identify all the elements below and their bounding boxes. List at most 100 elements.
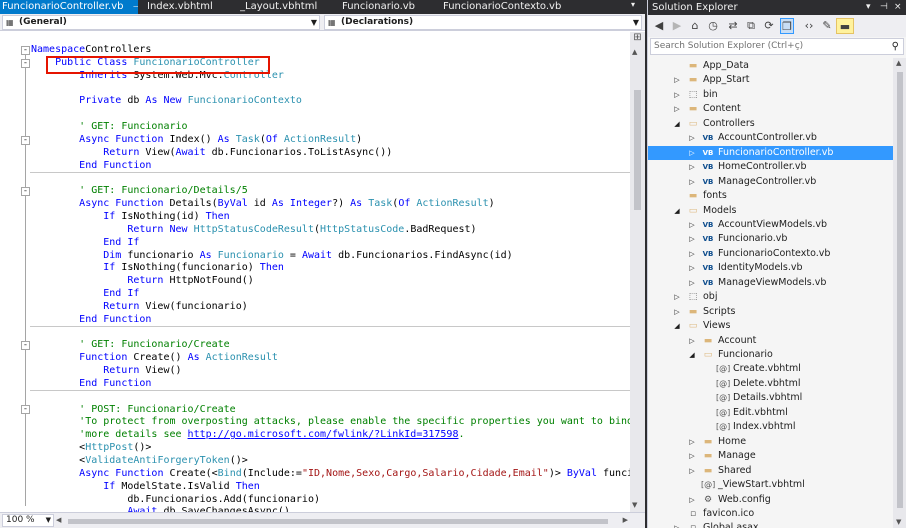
collapse-arrow-icon[interactable]: ◢ xyxy=(672,204,682,218)
tree-item[interactable]: ▷ ▬ Scripts xyxy=(648,305,893,319)
tree-item[interactable]: ▷ VB Funcionario.vb xyxy=(648,232,893,246)
tree-item[interactable]: ▷ ⚙ Web.config xyxy=(648,493,893,507)
tree-item[interactable]: ◢ ▭ Funcionario xyxy=(648,348,893,362)
tree-item[interactable]: [@] Edit.vbhtml xyxy=(648,406,893,420)
tree-item[interactable]: ▷ VB AccountController.vb xyxy=(648,131,893,145)
collapse-index-icon[interactable]: - xyxy=(21,136,30,145)
pin-icon[interactable]: ⊣ xyxy=(133,2,138,11)
collapse-create-icon[interactable]: - xyxy=(21,341,30,350)
scroll-left-icon[interactable]: ◀ xyxy=(56,516,61,524)
dropdown-icon[interactable]: ▾ xyxy=(866,0,871,15)
expand-arrow-icon[interactable]: ▷ xyxy=(687,247,697,261)
expand-arrow-icon[interactable]: ▷ xyxy=(687,232,697,246)
expand-arrow-icon[interactable]: ▷ xyxy=(687,160,697,174)
tree-item[interactable]: [@] Create.vbhtml xyxy=(648,362,893,376)
tree-item[interactable]: ▷ VB ManageViewModels.vb xyxy=(648,276,893,290)
pin-icon[interactable]: ⊣ xyxy=(880,0,888,15)
tree-item[interactable]: ▷ ⬚ bin xyxy=(648,88,893,102)
tab-funcionariocontexto-vb[interactable]: FuncionarioContexto.vb xyxy=(443,0,575,14)
properties-icon[interactable]: ✎ xyxy=(820,18,834,34)
tree-item[interactable]: ▬ fonts xyxy=(648,189,893,203)
view-code-icon[interactable]: ‹› xyxy=(802,18,816,34)
close-icon[interactable]: × xyxy=(894,0,902,15)
tree-item[interactable]: [@] _ViewStart.vbhtml xyxy=(648,478,893,492)
tree-item[interactable]: ▷ VB IdentityModels.vb xyxy=(648,261,893,275)
search-icon[interactable]: ⚲ xyxy=(892,39,899,54)
show-all-files-icon[interactable]: ❐ xyxy=(780,18,794,34)
expand-arrow-icon[interactable]: ▷ xyxy=(687,131,697,145)
expand-arrow-icon[interactable]: ▷ xyxy=(687,449,697,463)
code-text-area[interactable]: - - - - - - NamespaceControllers Public … xyxy=(0,32,630,512)
split-window-icon[interactable]: ⊞ xyxy=(632,33,643,44)
expand-arrow-icon[interactable]: ▷ xyxy=(672,290,682,304)
tab-overflow-dropdown-icon[interactable]: ▾ xyxy=(631,1,639,9)
tree-item[interactable]: [@] Index.vbhtml xyxy=(648,420,893,434)
expand-arrow-icon[interactable]: ▷ xyxy=(687,218,697,232)
solution-tree[interactable]: ▬ App_Data ▷ ▬ App_Start ▷ ⬚ bin ▷ ▬ Content ◢ ▭ Cont… xyxy=(648,58,893,528)
expand-arrow-icon[interactable]: ▷ xyxy=(687,435,697,449)
expand-arrow-icon[interactable]: ▷ xyxy=(687,261,697,275)
scroll-up-icon[interactable]: ▲ xyxy=(896,59,901,67)
solution-explorer-scrollbar[interactable]: ▲ ▼ xyxy=(893,58,906,528)
expand-arrow-icon[interactable]: ▷ xyxy=(687,276,697,290)
tree-item[interactable]: ▷ VB ManageController.vb xyxy=(648,175,893,189)
scroll-down-icon[interactable]: ▼ xyxy=(896,518,901,526)
sync-icon[interactable]: ⇄ xyxy=(726,18,740,34)
history-icon[interactable]: ◷ xyxy=(706,18,720,34)
collapse-class-icon[interactable]: - xyxy=(21,59,30,68)
tab-layout-vbhtml[interactable]: _Layout.vbhtml xyxy=(240,0,332,14)
tree-item[interactable]: ▷ VB HomeController.vb xyxy=(648,160,893,174)
collapse-arrow-icon[interactable]: ◢ xyxy=(687,348,697,362)
tree-item[interactable]: ◢ ▭ Controllers xyxy=(648,117,893,131)
expand-arrow-icon[interactable]: ▷ xyxy=(672,102,682,116)
collapse-all-icon[interactable]: ⧉ xyxy=(744,18,758,34)
expand-arrow-icon[interactable]: ▷ xyxy=(672,73,682,87)
expand-arrow-icon[interactable]: ▷ xyxy=(672,88,682,102)
tab-index-vbhtml[interactable]: Index.vbhtml xyxy=(147,0,225,14)
expand-arrow-icon[interactable]: ▷ xyxy=(687,175,697,189)
tree-item[interactable]: ▷ ▬ Shared xyxy=(648,464,893,478)
tree-item[interactable]: ◢ ▭ Models xyxy=(648,204,893,218)
scroll-thumb[interactable] xyxy=(68,519,608,524)
tree-item[interactable]: ▷ ▬ Manage xyxy=(648,449,893,463)
editor-vertical-scrollbar[interactable]: ⊞ ▲ ▼ xyxy=(630,32,645,512)
back-icon[interactable]: ◀ xyxy=(652,18,666,34)
home-icon[interactable]: ⌂ xyxy=(688,18,702,34)
expand-arrow-icon[interactable]: ▷ xyxy=(687,493,697,507)
tree-item[interactable]: ▷ VB AccountViewModels.vb xyxy=(648,218,893,232)
tree-item[interactable]: ▷ ▫Global.asax xyxy=(648,521,893,528)
solution-explorer-search-input[interactable]: Search Solution Explorer (Ctrl+ç) ⚲ ▾ xyxy=(650,38,904,55)
tree-item[interactable]: [@] Details.vbhtml xyxy=(648,391,893,405)
tree-item[interactable]: ▷ ▬ Content xyxy=(648,102,893,116)
expand-arrow-icon[interactable]: ▷ xyxy=(687,464,697,478)
tab-funcionario-vb[interactable]: Funcionario.vb xyxy=(342,0,432,14)
tree-item[interactable]: ▷ ▬ Account xyxy=(648,334,893,348)
declarations-combo[interactable]: ▦ (Declarations) ▼ xyxy=(324,15,642,30)
expand-arrow-icon[interactable]: ▷ xyxy=(687,146,697,160)
tree-item[interactable]: ▷ ▬ App_Start xyxy=(648,73,893,87)
tree-item[interactable]: ▫ favicon.ico xyxy=(648,507,893,521)
collapse-arrow-icon[interactable]: ◢ xyxy=(672,319,682,333)
scroll-thumb[interactable] xyxy=(897,72,903,508)
scroll-down-icon[interactable]: ▼ xyxy=(632,501,637,509)
scroll-up-icon[interactable]: ▲ xyxy=(632,48,637,56)
zoom-combo[interactable]: 100 % ▼ xyxy=(2,514,54,527)
tree-item[interactable]: ▷ ⬚ obj xyxy=(648,290,893,304)
editor-horizontal-scrollbar[interactable]: ◀ ▶ xyxy=(56,516,628,526)
collapse-details-icon[interactable]: - xyxy=(21,187,30,196)
code-link[interactable]: http://go.microsoft.com/fwlink/?LinkId=3… xyxy=(188,429,459,440)
tree-item[interactable]: ◢ ▭ Views xyxy=(648,319,893,333)
general-combo[interactable]: ▦ (General) ▼ xyxy=(2,15,320,30)
collapse-arrow-icon[interactable]: ◢ xyxy=(672,117,682,131)
expand-arrow-icon[interactable]: ▷ xyxy=(672,521,682,528)
refresh-icon[interactable]: ⟳ xyxy=(762,18,776,34)
collapse-namespace-icon[interactable]: - xyxy=(21,46,30,55)
tree-item[interactable]: ▬ App_Data xyxy=(648,59,893,73)
tree-item[interactable]: [@] Delete.vbhtml xyxy=(648,377,893,391)
collapse-post-create-icon[interactable]: - xyxy=(21,405,30,414)
expand-arrow-icon[interactable]: ▷ xyxy=(672,305,682,319)
tree-item[interactable]: ▷ ▬ Home xyxy=(648,435,893,449)
forward-icon[interactable]: ▶ xyxy=(670,18,684,34)
scroll-right-icon[interactable]: ▶ xyxy=(623,516,628,524)
code-editor[interactable]: FuncionarioController.vb ⊣ × Index.vbhtm… xyxy=(0,0,645,528)
